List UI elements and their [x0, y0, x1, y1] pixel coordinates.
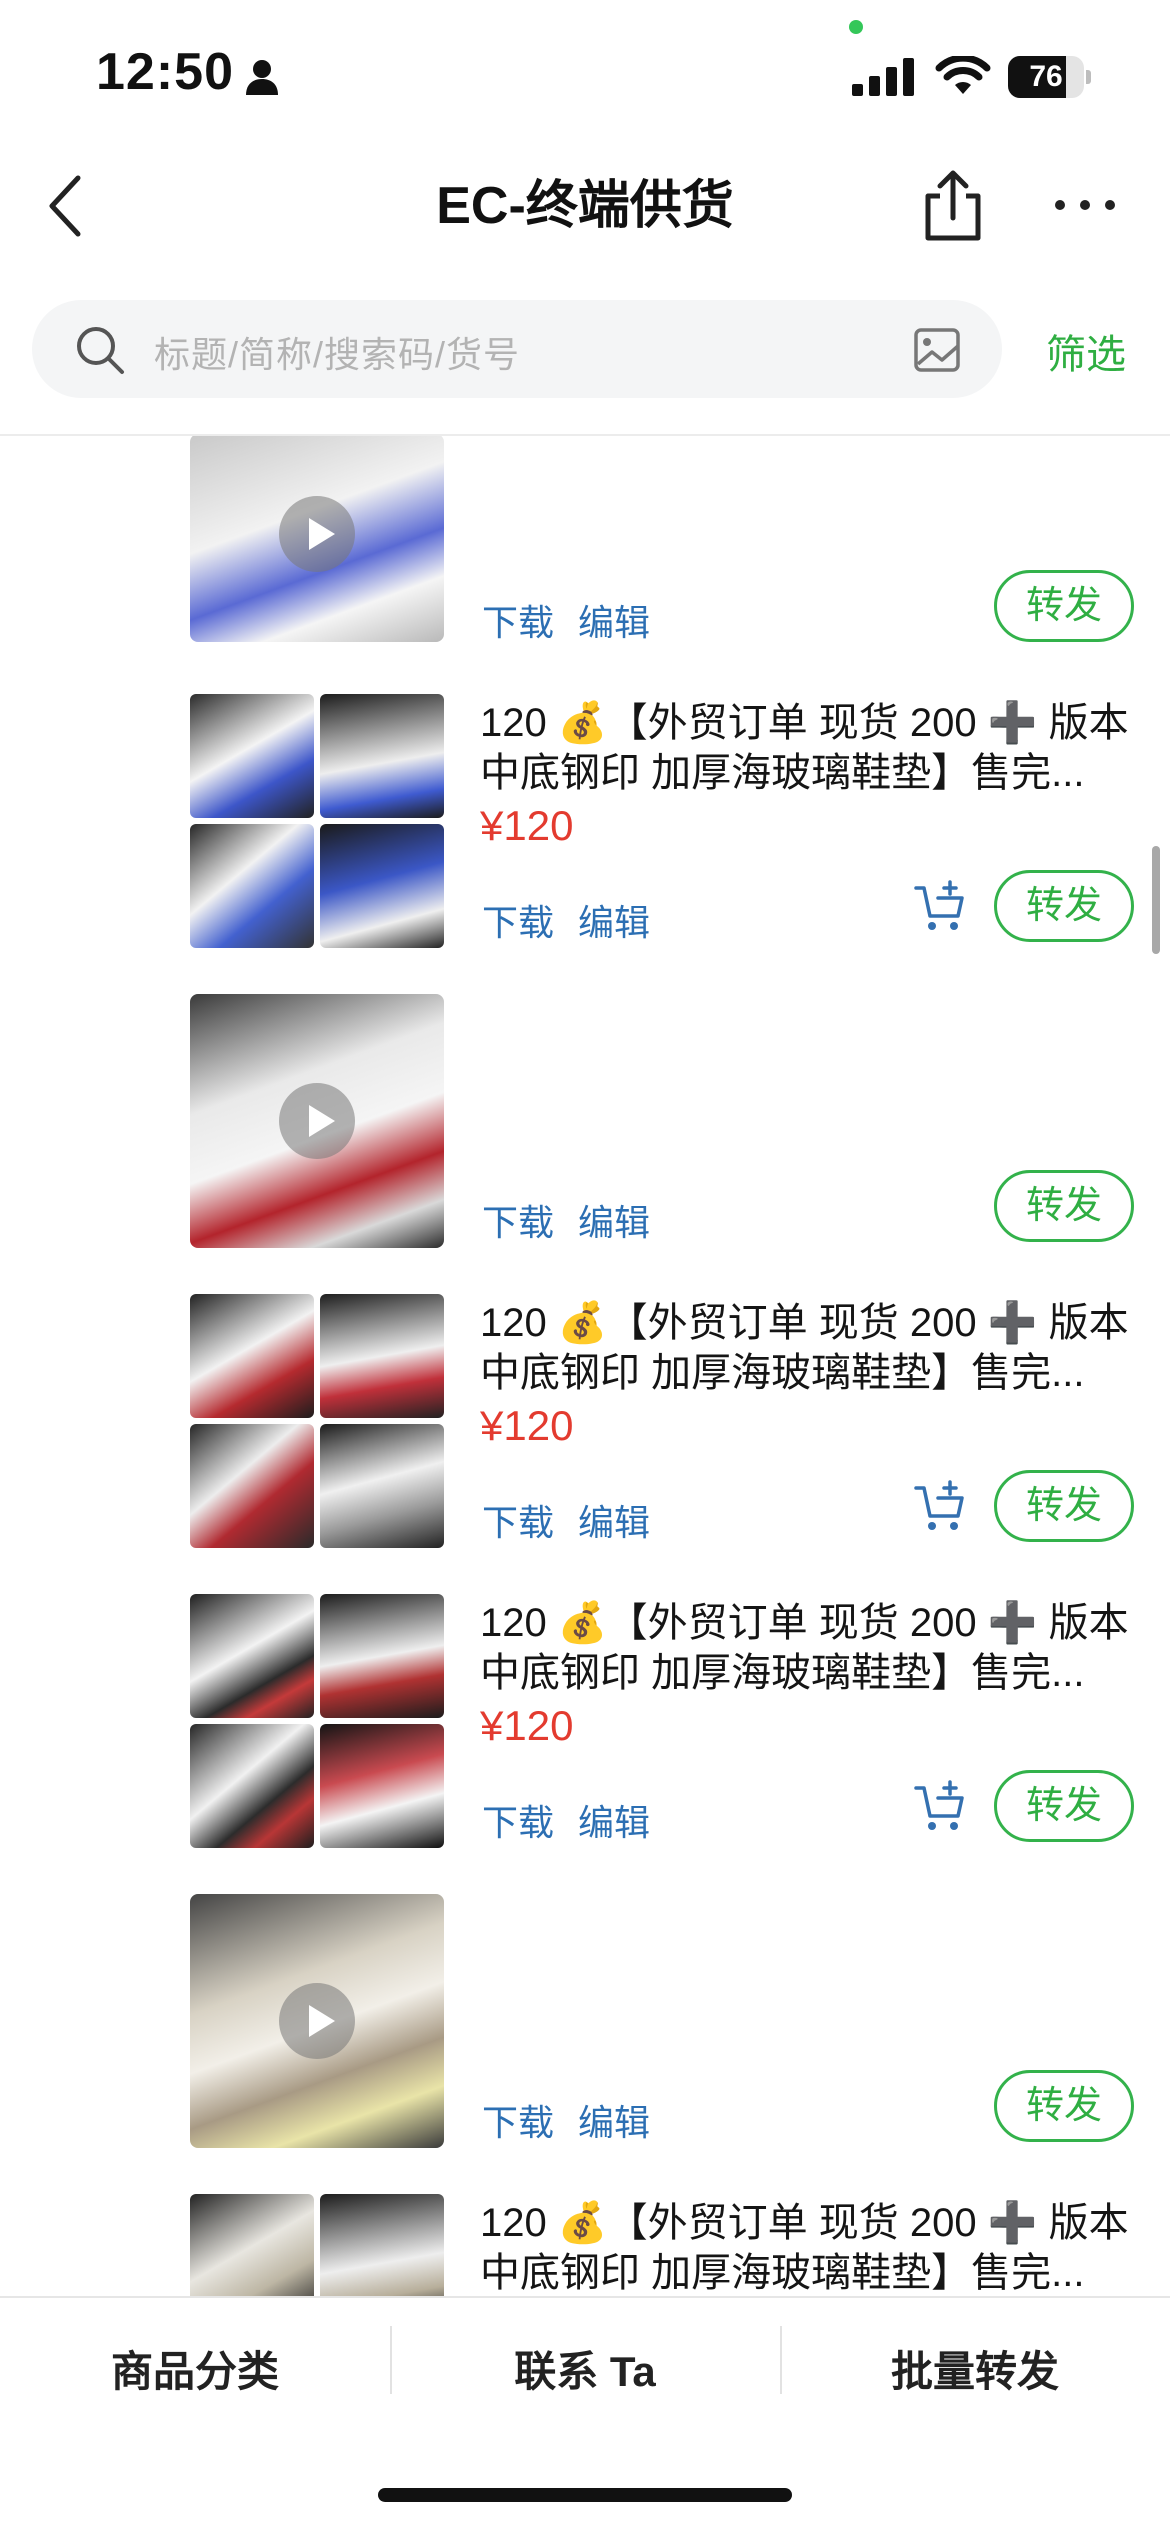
- privacy-indicator: [849, 20, 863, 34]
- video-thumbnail[interactable]: [190, 436, 444, 642]
- image-grid[interactable]: [190, 694, 444, 948]
- download-button[interactable]: 下载: [482, 1794, 554, 1846]
- add-to-cart-icon[interactable]: [912, 880, 968, 936]
- list-item: 下载 编辑 转发: [0, 994, 1170, 1294]
- download-button[interactable]: 下载: [482, 894, 554, 946]
- edit-button[interactable]: 编辑: [578, 594, 650, 646]
- list-item: 120 💰【外贸订单 现货 200 ➕ 版本 中底钢印 加厚海玻璃鞋垫】售完..…: [0, 2194, 1170, 2296]
- list-item: 120 💰【外贸订单 现货 200 ➕ 版本 中底钢印 加厚海玻璃鞋垫】售完..…: [0, 694, 1170, 994]
- search-input[interactable]: 标题/简称/搜索码/货号: [32, 300, 1002, 398]
- download-button[interactable]: 下载: [482, 594, 554, 646]
- list-item: 120 💰【外贸订单 现货 200 ➕ 版本 中底钢印 加厚海玻璃鞋垫】售完..…: [0, 1294, 1170, 1594]
- wifi-icon: [935, 56, 991, 94]
- product-feed[interactable]: 下载 编辑 转发 120 💰【外贸订单 现货 200 ➕ 版本 中底钢印 加厚海…: [0, 436, 1170, 2296]
- forward-button[interactable]: 转发: [994, 2070, 1134, 2142]
- list-item: 120 💰【外贸订单 现货 200 ➕ 版本 中底钢印 加厚海玻璃鞋垫】售完..…: [0, 1594, 1170, 1894]
- download-button[interactable]: 下载: [482, 2094, 554, 2146]
- scrollbar[interactable]: [1152, 846, 1160, 954]
- item-price: ¥120: [480, 1702, 574, 1749]
- image-grid[interactable]: [190, 1594, 444, 1848]
- item-title[interactable]: 120 💰【外贸订单 现货 200 ➕ 版本 中底钢印 加厚海玻璃鞋垫】售完..…: [480, 698, 1130, 798]
- more-icon[interactable]: [1050, 190, 1120, 220]
- person-icon: [246, 60, 278, 95]
- image-grid[interactable]: [190, 1294, 444, 1548]
- video-thumbnail[interactable]: [190, 994, 444, 1248]
- list-item: 下载 编辑 转发: [0, 1894, 1170, 2194]
- edit-button[interactable]: 编辑: [578, 2094, 650, 2146]
- search-placeholder: 标题/简称/搜索码/货号: [154, 334, 521, 375]
- search-icon: [77, 327, 124, 374]
- forward-button[interactable]: 转发: [994, 1170, 1134, 1242]
- tab-categories[interactable]: 商品分类: [0, 2338, 390, 2399]
- item-title[interactable]: 120 💰【外贸订单 现货 200 ➕ 版本 中底钢印 加厚海玻璃鞋垫】售完..…: [480, 1298, 1130, 1398]
- status-bar: 12:50 76: [0, 0, 1170, 150]
- play-icon: [279, 1983, 355, 2059]
- image-grid[interactable]: [190, 2194, 444, 2296]
- forward-button[interactable]: 转发: [994, 1470, 1134, 1542]
- tab-contact[interactable]: 联系 Ta: [390, 2338, 780, 2399]
- add-to-cart-icon[interactable]: [912, 1780, 968, 1836]
- download-button[interactable]: 下载: [482, 1194, 554, 1246]
- download-button[interactable]: 下载: [482, 1494, 554, 1546]
- back-icon[interactable]: [40, 168, 96, 244]
- filter-button[interactable]: 筛选: [1046, 322, 1126, 380]
- battery-icon: 76: [1008, 56, 1091, 98]
- tab-batch-forward[interactable]: 批量转发: [780, 2338, 1170, 2399]
- edit-button[interactable]: 编辑: [578, 1794, 650, 1846]
- page-title: EC-终端供货: [436, 177, 734, 235]
- list-item: 下载 编辑 转发: [0, 436, 1170, 734]
- edit-button[interactable]: 编辑: [578, 894, 650, 946]
- forward-button[interactable]: 转发: [994, 870, 1134, 942]
- add-to-cart-icon[interactable]: [912, 1480, 968, 1536]
- status-time: 12:50: [96, 43, 234, 101]
- battery-level: 76: [1029, 60, 1063, 93]
- item-price: ¥120: [480, 802, 574, 849]
- edit-button[interactable]: 编辑: [578, 1494, 650, 1546]
- item-title[interactable]: 120 💰【外贸订单 现货 200 ➕ 版本 中底钢印 加厚海玻璃鞋垫】售完..…: [480, 1598, 1130, 1698]
- cellular-signal-icon: [852, 58, 914, 96]
- item-price: ¥120: [480, 1402, 574, 1449]
- share-icon[interactable]: [918, 166, 988, 246]
- item-title[interactable]: 120 💰【外贸订单 现货 200 ➕ 版本 中底钢印 加厚海玻璃鞋垫】售完..…: [480, 2198, 1130, 2296]
- video-thumbnail[interactable]: [190, 1894, 444, 2148]
- forward-button[interactable]: 转发: [994, 1770, 1134, 1842]
- play-icon: [279, 496, 355, 572]
- bottom-tab-bar: 商品分类 联系 Ta 批量转发: [0, 2296, 1170, 2436]
- forward-button[interactable]: 转发: [994, 570, 1134, 642]
- play-icon: [279, 1083, 355, 1159]
- edit-button[interactable]: 编辑: [578, 1194, 650, 1246]
- home-indicator[interactable]: [378, 2488, 792, 2502]
- image-search-icon[interactable]: [912, 326, 962, 374]
